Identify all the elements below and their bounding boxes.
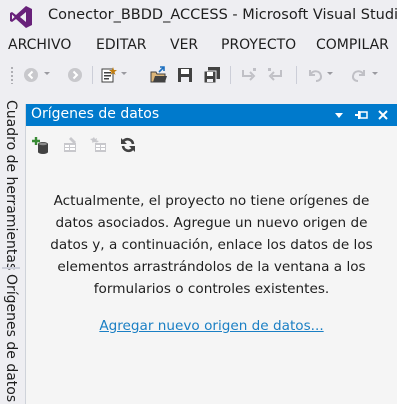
window-title: Conector_BBDD_ACCESS - Microsoft Visual … [48,7,397,23]
toolbar-separator [230,66,231,84]
menu-bar: ARCHIVO EDITAR VER PROYECTO COMPILAR [0,35,397,57]
title-bar: Conector_BBDD_ACCESS - Microsoft Visual … [0,0,397,32]
panel-header: Orígenes de datos [26,104,397,126]
menu-ver[interactable]: VER [170,37,198,53]
panel-title: Orígenes de datos [31,106,160,122]
empty-state: Actualmente, el proyecto no tiene orígen… [26,190,397,334]
undo-dropdown-icon[interactable] [327,72,333,75]
new-project-icon[interactable] [100,66,118,84]
side-tab-strip: Cuadro de herramientas Orígenes de datos [0,96,23,404]
save-all-icon[interactable] [203,66,221,84]
forward-icon[interactable] [66,66,84,84]
undo-icon[interactable] [306,66,324,84]
redo-dropdown-icon[interactable] [372,72,378,75]
menu-compilar[interactable]: COMPILAR [316,37,389,53]
menu-archivo[interactable]: ARCHIVO [8,37,71,53]
new-project-dropdown-icon[interactable] [121,72,127,75]
data-sources-panel: Orígenes de datos Actualmente, el proyec… [25,104,397,404]
step-into-icon[interactable] [240,66,258,84]
menu-proyecto[interactable]: PROYECTO [221,37,296,53]
add-data-source-icon[interactable] [32,136,50,154]
visual-studio-window: Conector_BBDD_ACCESS - Microsoft Visual … [0,0,397,404]
auto-hide-pin-icon[interactable] [353,107,369,123]
edit-dataset-icon[interactable] [61,136,79,154]
window-position-dropdown-icon[interactable] [331,107,347,123]
configure-dataset-icon[interactable] [90,136,108,154]
step-out-icon[interactable] [266,66,284,84]
panel-toolbar [26,134,397,156]
redo-icon[interactable] [350,66,368,84]
visual-studio-logo-icon [9,5,33,29]
refresh-icon[interactable] [119,136,137,154]
toolbar-separator [296,66,297,84]
standard-toolbar [0,62,397,88]
side-tab-separator [2,267,20,269]
menu-editar[interactable]: EDITAR [96,37,147,53]
empty-state-message: Actualmente, el proyecto no tiene orígen… [50,193,373,297]
open-file-icon[interactable] [150,66,168,84]
toolbar-separator [92,66,93,84]
toolbar-grip[interactable] [10,66,14,84]
add-new-data-source-link[interactable]: Agregar nuevo origen de datos... [99,318,323,334]
close-icon[interactable] [375,107,391,123]
tab-origenes-de-datos[interactable]: Orígenes de datos [2,274,20,402]
back-icon[interactable] [22,66,40,84]
save-icon[interactable] [176,66,194,84]
tab-cuadro-de-herramientas[interactable]: Cuadro de herramientas [2,100,20,270]
back-dropdown-icon[interactable] [44,72,50,75]
